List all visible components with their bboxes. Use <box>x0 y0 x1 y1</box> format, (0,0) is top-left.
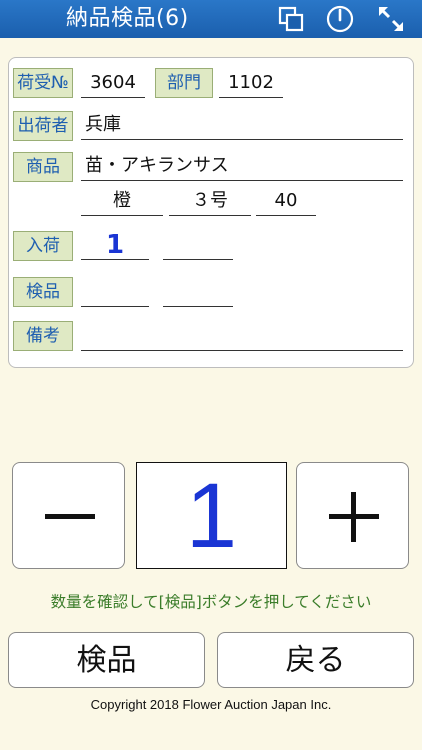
arrival-label: 入荷 <box>13 231 73 261</box>
remarks-label: 備考 <box>13 321 73 351</box>
size-value: ３号 <box>169 186 251 216</box>
copy-window-icon[interactable] <box>276 4 306 34</box>
back-button[interactable]: 戻る <box>217 632 414 688</box>
product-value: 苗・アキランサス <box>81 151 403 181</box>
page-title: 納品検品(6) <box>66 6 189 31</box>
plus-button[interactable] <box>296 462 409 569</box>
quantity-value: 40 <box>256 186 316 216</box>
quantity-display: 1 <box>136 462 287 569</box>
minus-button[interactable] <box>12 462 125 569</box>
info-panel: 荷受№ 3604 部門 1102 出荷者 兵庫 商品 苗・アキランサス 橙 ３号… <box>8 57 414 368</box>
arrival-value-2 <box>163 230 233 260</box>
product-label: 商品 <box>13 152 73 182</box>
expand-icon[interactable] <box>376 4 406 34</box>
inspect-button[interactable]: 検品 <box>8 632 205 688</box>
plus-icon-vertical <box>351 492 356 542</box>
instruction-message: 数量を確認して[検品]ボタンを押してください <box>50 593 372 611</box>
copyright-text: Copyright 2018 Flower Auction Japan Inc. <box>90 697 332 712</box>
color-value: 橙 <box>81 186 163 216</box>
inspect-value[interactable] <box>81 277 149 307</box>
dept-label: 部門 <box>155 68 213 98</box>
receipt-value: 3604 <box>81 68 145 98</box>
minus-icon <box>45 514 95 519</box>
shipper-label: 出荷者 <box>13 111 73 141</box>
remarks-field[interactable] <box>81 321 403 351</box>
inspect-value-2[interactable] <box>163 277 233 307</box>
shipper-value: 兵庫 <box>81 110 403 140</box>
header-bar: 納品検品(6) <box>0 0 422 38</box>
arrival-value: 1 <box>81 230 149 260</box>
receipt-label: 荷受№ <box>13 68 73 98</box>
dept-value: 1102 <box>219 68 283 98</box>
inspect-label: 検品 <box>13 277 73 307</box>
power-icon[interactable] <box>325 4 355 34</box>
